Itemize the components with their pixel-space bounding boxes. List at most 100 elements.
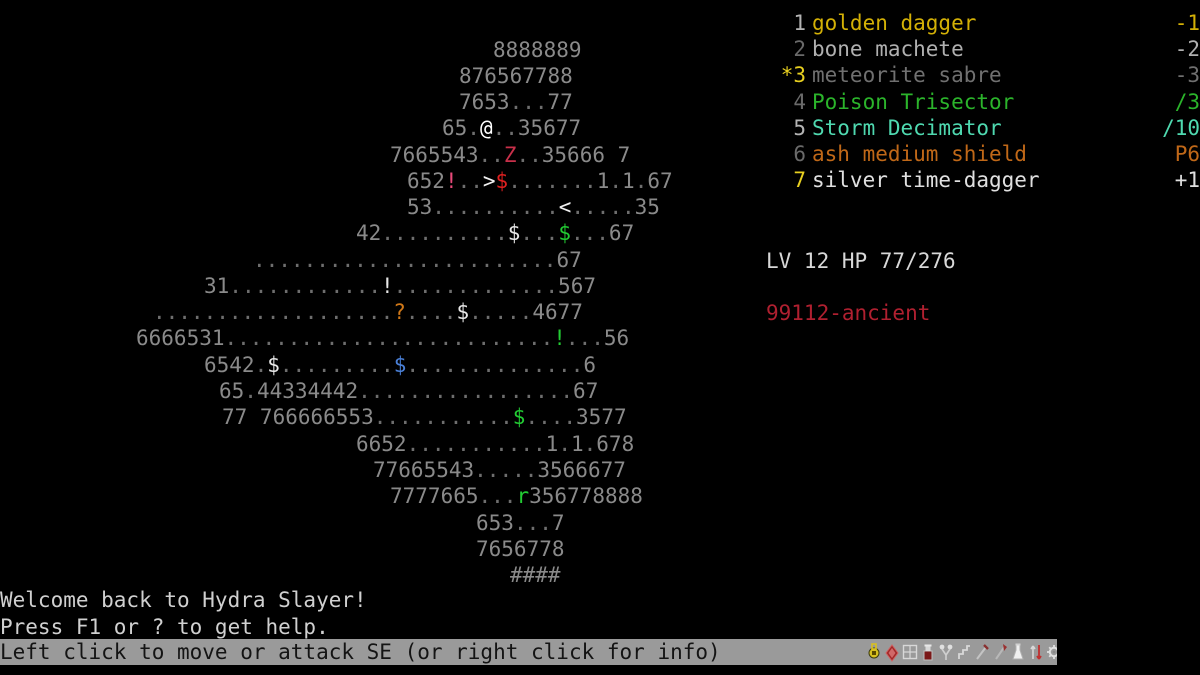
map-row[interactable]: 65.44334442.................67: [219, 378, 598, 404]
inventory-row[interactable]: 7 silver time-dagger +1: [762, 167, 1200, 193]
map-cells[interactable]: 678: [596, 432, 634, 456]
sword-icon[interactable]: [974, 642, 990, 662]
map-cells[interactable]: ...: [566, 326, 604, 350]
trap-icon[interactable]: [938, 642, 954, 662]
map-cells[interactable]: 876567788: [459, 64, 573, 88]
map-cells[interactable]: ...........: [374, 405, 513, 429]
map-cells[interactable]: .: [244, 379, 257, 403]
map-cells[interactable]: 35: [635, 195, 660, 219]
map-cells[interactable]: 44334442: [257, 379, 358, 403]
map-cells[interactable]: 67: [556, 248, 581, 272]
inventory-row[interactable]: 6 ash medium shield P6: [762, 141, 1200, 167]
map-row[interactable]: 77665543.....3566677: [373, 457, 626, 483]
map-cells[interactable]: !: [381, 274, 394, 298]
map-row[interactable]: 7653...77: [459, 89, 573, 115]
map-cells[interactable]: ..........: [381, 221, 507, 245]
map-cells[interactable]: $: [496, 169, 509, 193]
map-row[interactable]: 652!..>$.......1.1.67: [407, 168, 673, 194]
map-row[interactable]: 7777665...r356778888: [390, 483, 643, 509]
map-row[interactable]: 77 766666553...........$....3577: [222, 404, 627, 430]
map-cells[interactable]: $: [508, 221, 521, 245]
map-cells[interactable]: ..........................: [225, 326, 554, 350]
map-cells[interactable]: 56: [604, 326, 629, 350]
map-row[interactable]: 876567788: [459, 63, 573, 89]
map-cells[interactable]: >: [483, 169, 496, 193]
map-cells[interactable]: 35666 7: [542, 143, 631, 167]
map-cells[interactable]: 652: [407, 169, 445, 193]
map-cells[interactable]: .......: [508, 169, 597, 193]
map-cells[interactable]: .: [635, 169, 648, 193]
map-cells[interactable]: !: [445, 169, 458, 193]
map-cells[interactable]: !: [553, 326, 566, 350]
map-cells[interactable]: ..............: [406, 353, 583, 377]
map-cells[interactable]: 77: [548, 90, 573, 114]
map-row[interactable]: 53..........<.....35: [407, 194, 660, 220]
map-cells[interactable]: $: [267, 353, 280, 377]
arrows-icon[interactable]: [1028, 642, 1044, 662]
map-cells[interactable]: 67: [573, 379, 598, 403]
map-cells[interactable]: 653: [476, 511, 514, 535]
map-cells[interactable]: ....: [406, 300, 457, 324]
map-cells[interactable]: .............: [394, 274, 558, 298]
map-cells[interactable]: ..: [516, 143, 541, 167]
map-row[interactable]: 6542.$.........$..............6: [204, 352, 596, 378]
map-row[interactable]: ####: [510, 562, 561, 588]
map-cells[interactable]: r: [516, 484, 529, 508]
icon-tray[interactable]: ?: [866, 641, 1057, 663]
map-row[interactable]: 42..........$...$...67: [356, 220, 634, 246]
map-cells[interactable]: 67: [609, 221, 634, 245]
map-grid-icon[interactable]: [902, 642, 918, 662]
map-cells[interactable]: 7656778: [476, 537, 565, 561]
game-map[interactable]: 8888889 876567788 7653...77 65.@..35677 7665…: [0, 0, 760, 590]
map-cells[interactable]: ..........: [432, 195, 558, 219]
inventory-row[interactable]: *3 meteorite sabre -3: [762, 62, 1200, 88]
map-row[interactable]: 7665543..Z..35666 7: [390, 142, 630, 168]
map-cells[interactable]: $: [513, 405, 526, 429]
map-cells[interactable]: 7665543: [390, 143, 479, 167]
map-cells[interactable]: ...: [479, 484, 517, 508]
amulet-icon[interactable]: [866, 642, 882, 662]
map-cells[interactable]: .....: [571, 195, 634, 219]
map-cells[interactable]: 3577: [576, 405, 627, 429]
map-row[interactable]: 65.@..35677: [442, 115, 581, 141]
map-cells[interactable]: .: [584, 432, 597, 456]
map-cells[interactable]: 65: [442, 116, 467, 140]
map-cells[interactable]: ..: [493, 116, 518, 140]
map-cells[interactable]: .................: [358, 379, 573, 403]
map-cells[interactable]: ...: [514, 511, 552, 535]
map-row[interactable]: 31............!.............567: [204, 273, 596, 299]
flask-icon[interactable]: [1010, 642, 1026, 662]
map-cells[interactable]: ..: [458, 169, 483, 193]
map-cells[interactable]: .....: [474, 458, 537, 482]
inventory-row[interactable]: 1 golden dagger -1: [762, 10, 1200, 36]
map-cells[interactable]: 65: [219, 379, 244, 403]
inventory-row[interactable]: 4 Poison Trisector/3: [762, 89, 1200, 115]
map-cells[interactable]: 1: [597, 169, 610, 193]
inventory-row[interactable]: 5 Storm Decimator/10: [762, 115, 1200, 141]
map-row[interactable]: ........................67: [253, 247, 582, 273]
map-cells[interactable]: 3566677: [537, 458, 626, 482]
map-cells[interactable]: 67: [647, 169, 672, 193]
map-cells[interactable]: ...................: [153, 300, 393, 324]
gear-icon[interactable]: [1046, 642, 1057, 662]
map-cells[interactable]: ...: [571, 221, 609, 245]
potion-icon[interactable]: [920, 642, 936, 662]
map-cells[interactable]: @: [480, 116, 493, 140]
map-cells[interactable]: $: [394, 353, 407, 377]
map-cells[interactable]: .: [467, 116, 480, 140]
map-row[interactable]: 8888889: [493, 37, 582, 63]
status-bar[interactable]: Left click to move or attack SE (or righ…: [0, 639, 1057, 665]
map-cells[interactable]: 8888889: [493, 38, 582, 62]
map-row[interactable]: 6652...........1.1.678: [356, 431, 634, 457]
inventory-row[interactable]: 2 bone machete -2: [762, 36, 1200, 62]
map-cells[interactable]: 4677: [532, 300, 583, 324]
map-cells[interactable]: .....: [469, 300, 532, 324]
map-cells[interactable]: $: [558, 221, 571, 245]
map-cells[interactable]: 6542: [204, 353, 255, 377]
map-cells[interactable]: $: [456, 300, 469, 324]
map-cells[interactable]: ...........: [407, 432, 546, 456]
map-cells[interactable]: 1: [546, 432, 559, 456]
map-cells[interactable]: 7: [552, 511, 565, 535]
map-cells[interactable]: 35677: [518, 116, 581, 140]
map-cells[interactable]: 567: [558, 274, 596, 298]
